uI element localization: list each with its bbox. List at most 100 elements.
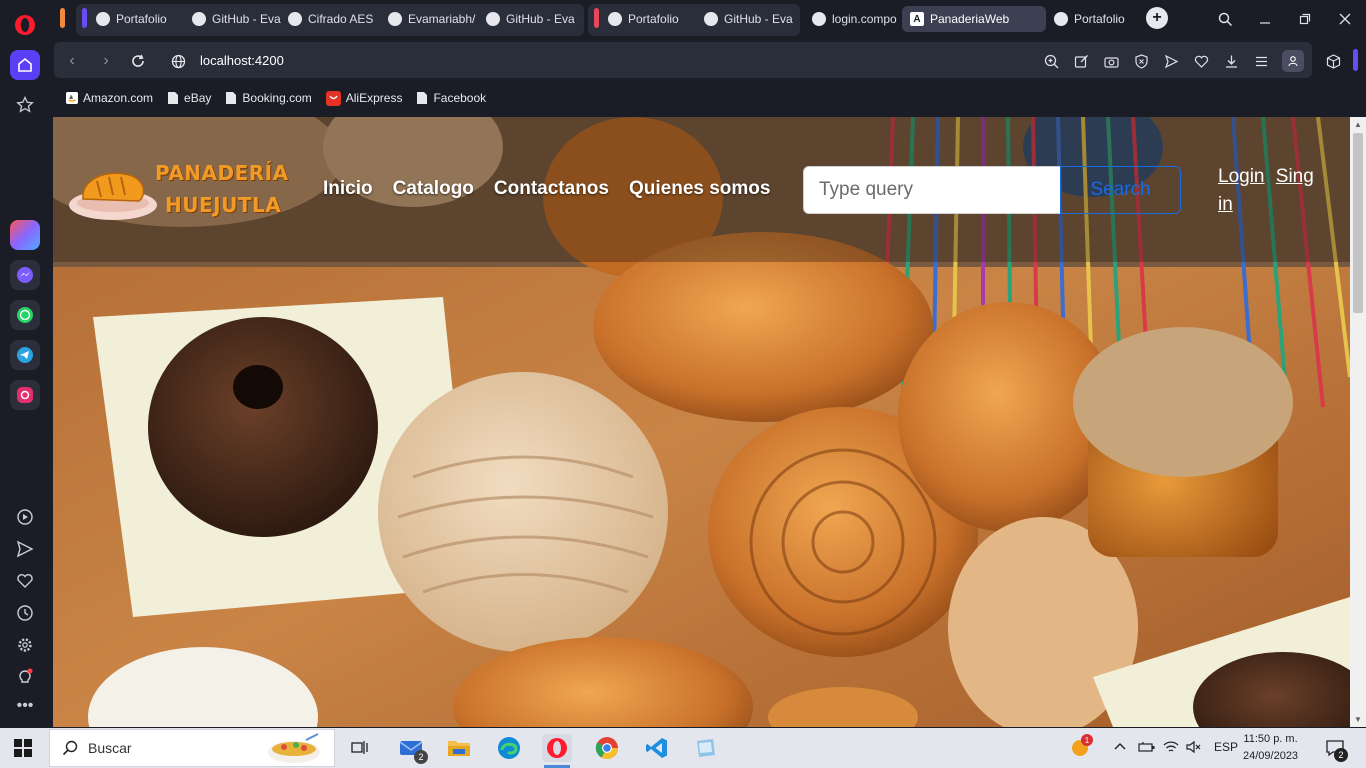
easy-setup-icon[interactable]: [1252, 52, 1270, 70]
tab[interactable]: Portafolio: [608, 6, 700, 32]
camera-icon[interactable]: [1102, 52, 1120, 70]
tab[interactable]: Portafolio: [1054, 6, 1146, 32]
scroll-thumb[interactable]: [1353, 133, 1363, 313]
bookmarks-bar: a Amazon.com eBay Booking.com AliExpress…: [50, 82, 1366, 114]
taskbar-search[interactable]: Buscar: [49, 729, 335, 767]
tab[interactable]: GitHub - Eva: [486, 6, 578, 32]
bookmark-ebay[interactable]: eBay: [167, 91, 211, 105]
send-icon[interactable]: [13, 537, 37, 561]
chrome-icon[interactable]: [592, 734, 622, 762]
windows-start-icon[interactable]: [14, 739, 32, 757]
extensions-cube-icon[interactable]: [1324, 52, 1342, 70]
site-logo[interactable]: PANADERÍA HUEJUTLA: [67, 155, 297, 225]
shield-icon[interactable]: [1132, 52, 1150, 70]
home-button[interactable]: [10, 50, 40, 80]
weather-icon[interactable]: 1: [1065, 734, 1095, 762]
clock[interactable]: 11:50 p. m. 24/09/2023: [1243, 731, 1298, 765]
close-icon[interactable]: [1330, 6, 1360, 32]
search-button[interactable]: Search: [1060, 166, 1181, 214]
task-view-icon[interactable]: [345, 734, 375, 762]
tab[interactable]: Cifrado AES: [288, 6, 380, 32]
profile-button[interactable]: [1282, 50, 1304, 72]
tab-group-marker[interactable]: [594, 8, 599, 28]
more-icon[interactable]: •••: [13, 694, 37, 718]
aria-app-button[interactable]: [10, 220, 40, 250]
new-tab-button[interactable]: +: [1146, 7, 1168, 29]
menu-item-quienes-somos[interactable]: Quienes somos: [629, 178, 771, 200]
settings-icon[interactable]: [13, 633, 37, 657]
page-scrollbar[interactable]: ▲ ▼: [1350, 117, 1366, 727]
reload-icon[interactable]: [128, 51, 148, 71]
tab[interactable]: login.compo: [812, 6, 900, 32]
page-viewport: PANADERÍA HUEJUTLA Inicio Catalogo Conta…: [53, 117, 1350, 727]
mail-icon[interactable]: 2: [396, 734, 428, 764]
vscode-icon[interactable]: [642, 734, 672, 762]
opera-icon[interactable]: [542, 734, 572, 762]
wifi-icon[interactable]: [1163, 740, 1179, 757]
windows-taskbar: Buscar 2 1 ESP 11:50 p. m. 24/09/2023 2: [0, 728, 1366, 768]
page-icon: [226, 92, 237, 104]
minimize-icon[interactable]: [1250, 6, 1280, 32]
battery-icon[interactable]: [1138, 740, 1156, 757]
notification-center-icon[interactable]: 2: [1320, 734, 1350, 762]
whatsapp-app-button[interactable]: [10, 300, 40, 330]
messenger-icon: [17, 267, 33, 283]
sidebar-toggle[interactable]: [1353, 49, 1358, 71]
forward-icon[interactable]: ›: [96, 51, 116, 71]
tab-group-marker[interactable]: [60, 8, 65, 28]
edit-icon[interactable]: [1072, 52, 1090, 70]
instagram-app-button[interactable]: [10, 380, 40, 410]
instagram-icon: [17, 387, 33, 403]
volume-muted-icon[interactable]: [1186, 740, 1202, 757]
history-icon[interactable]: [13, 601, 37, 625]
messenger-app-button[interactable]: [10, 260, 40, 290]
telegram-app-button[interactable]: [10, 340, 40, 370]
send-icon[interactable]: [1162, 52, 1180, 70]
file-explorer-icon[interactable]: [444, 734, 474, 762]
tab-group-marker[interactable]: [82, 8, 87, 28]
github-icon: [704, 12, 718, 26]
whatsapp-icon: [17, 307, 33, 323]
bread-logo-icon: [69, 172, 157, 220]
site-info-icon[interactable]: [168, 51, 188, 71]
scroll-down-icon[interactable]: ▼: [1354, 715, 1362, 724]
star-icon[interactable]: [13, 93, 37, 117]
chevron-up-icon[interactable]: [1114, 740, 1126, 754]
back-icon[interactable]: ‹: [62, 51, 82, 71]
language-indicator[interactable]: ESP: [1214, 740, 1238, 754]
page-icon: [168, 92, 179, 104]
bookmark-aliexpress[interactable]: AliExpress: [325, 90, 402, 106]
search-input[interactable]: [803, 166, 1061, 214]
user-icon: [1288, 56, 1298, 67]
heart-icon[interactable]: [1192, 52, 1210, 70]
download-icon[interactable]: [1222, 52, 1240, 70]
maximize-icon[interactable]: [1290, 6, 1320, 32]
tab[interactable]: GitHub - Eva: [192, 6, 284, 32]
menu-item-catalogo[interactable]: Catalogo: [393, 178, 474, 200]
zoom-icon[interactable]: [1042, 52, 1060, 70]
opera-logo-icon[interactable]: [13, 13, 37, 37]
globe-icon: [608, 12, 622, 26]
scroll-up-icon[interactable]: ▲: [1354, 120, 1362, 129]
tab-active[interactable]: A PanaderiaWeb: [902, 6, 1046, 32]
bookmark-booking[interactable]: Booking.com: [225, 91, 312, 105]
url-field[interactable]: localhost:4200: [200, 53, 284, 68]
bookmark-facebook[interactable]: Facebook: [416, 91, 486, 105]
player-icon[interactable]: [13, 505, 37, 529]
tab[interactable]: Portafolio: [96, 6, 188, 32]
bookmark-amazon[interactable]: a Amazon.com: [66, 91, 153, 105]
tab[interactable]: GitHub - Eva: [704, 6, 796, 32]
github-icon: [192, 12, 206, 26]
globe-icon: [96, 12, 110, 26]
app-icon[interactable]: [690, 734, 720, 762]
edge-icon[interactable]: [494, 734, 524, 762]
menu-item-contactanos[interactable]: Contactanos: [494, 178, 609, 200]
search-tabs-icon[interactable]: [1210, 6, 1240, 32]
main-menu: Inicio Catalogo Contactanos Quienes somo…: [323, 178, 770, 200]
menu-item-inicio[interactable]: Inicio: [323, 178, 373, 200]
heart-icon[interactable]: [13, 569, 37, 593]
login-link[interactable]: Login: [1218, 166, 1265, 187]
tab[interactable]: Evamariabh/: [388, 6, 480, 32]
lightbulb-icon[interactable]: [13, 665, 37, 689]
telegram-icon: [17, 347, 33, 363]
